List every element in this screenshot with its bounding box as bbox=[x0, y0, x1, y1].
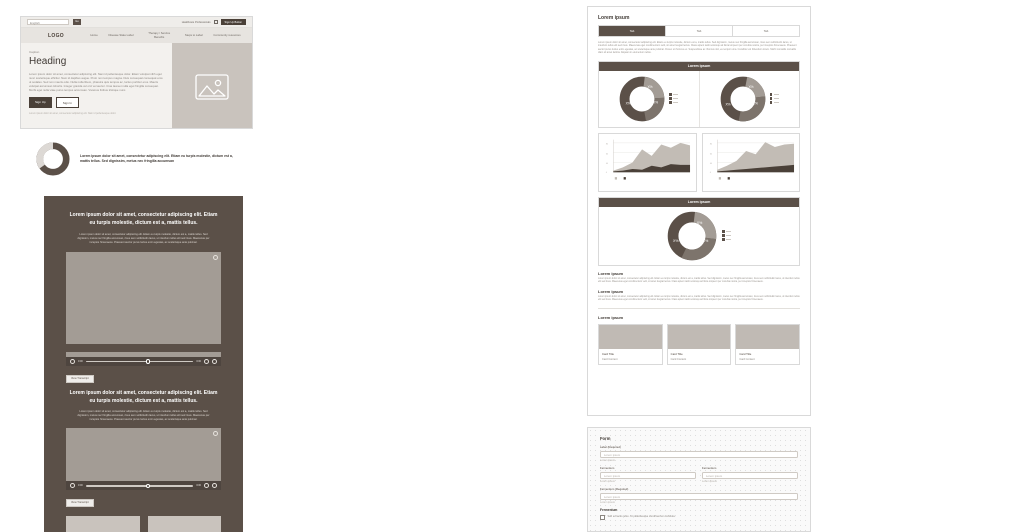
video-player-top[interactable] bbox=[66, 252, 221, 345]
nav-item-home[interactable]: Home bbox=[90, 33, 97, 37]
hcp-link[interactable]: Healthcare Professionals bbox=[182, 21, 211, 24]
nav-item-steps[interactable]: Steps to Label bbox=[185, 33, 203, 37]
column-dashboard: Lorem ipsum Tab Tab Tab Lorem ipsum dolo… bbox=[285, 0, 811, 532]
video-close-icon-lower[interactable] bbox=[213, 431, 218, 437]
bottom-card-1[interactable] bbox=[66, 516, 140, 532]
bottom-card-2[interactable] bbox=[147, 516, 221, 532]
utility-right: Healthcare Professionals Sign Up Button bbox=[182, 19, 246, 25]
desktop-page-mock: English Go Healthcare Professionals Sign… bbox=[20, 16, 253, 129]
stat-highlight-section: Lorem ipsum dolor sit amet, consectetur … bbox=[20, 136, 253, 184]
hero-section: Caption Heading Lorem ipsum dolor sit am… bbox=[21, 43, 252, 128]
dark-promo-body: Lorem ipsum dolor sit amet, consectetur … bbox=[77, 233, 210, 244]
image-placeholder-icon bbox=[195, 73, 229, 100]
language-select[interactable]: English bbox=[27, 18, 69, 26]
video-duration: 0:00 bbox=[196, 360, 201, 363]
logo[interactable]: LOGO bbox=[27, 33, 85, 39]
view-transcript-button-lower[interactable]: View Transcript bbox=[66, 498, 94, 507]
design-board: English Go Healthcare Professionals Sign… bbox=[0, 0, 1024, 532]
external-link-icon bbox=[213, 20, 218, 24]
fullscreen-icon-lower[interactable] bbox=[212, 483, 217, 489]
video-frame-upper[interactable]: 0:00 0:00 bbox=[66, 352, 221, 366]
volume-icon[interactable] bbox=[204, 359, 209, 364]
hero-heading: Heading bbox=[29, 56, 67, 67]
hero-fine-print: Lorem ipsum dolor sit amet, consectetur … bbox=[29, 112, 117, 115]
go-button[interactable]: Go bbox=[73, 18, 81, 26]
video-controls-upper[interactable]: 0:00 0:00 bbox=[66, 357, 221, 366]
column-mobile-long: mauris odio. Nulla nulla libero, pharetr… bbox=[560, 0, 705, 532]
play-button-icon[interactable] bbox=[70, 359, 75, 364]
signup-pill-button[interactable]: Sign Up Button bbox=[220, 19, 246, 25]
utility-bar: English Go Healthcare Professionals Sign… bbox=[21, 17, 252, 28]
video-duration-lower: 0:00 bbox=[196, 484, 201, 488]
nav-item-therapy-benefits[interactable]: Therapy / Service Benefits bbox=[144, 31, 174, 39]
video-close-icon[interactable] bbox=[213, 255, 218, 261]
dark-promo-block: Lorem ipsum dolor sit amet, consectetur … bbox=[44, 196, 243, 352]
volume-icon-lower[interactable] bbox=[204, 483, 209, 489]
column-isi-mobile: Morbi convallis convallis diam sit amet … bbox=[865, 0, 1024, 532]
column-form-card: Form Label (Required) Lorem ipsum Lorem … bbox=[705, 0, 865, 532]
stat-highlight-text: Lorem ipsum dolor sit amet, consectetur … bbox=[80, 154, 233, 163]
hero-signup-button[interactable]: Sign Up bbox=[29, 97, 52, 108]
dark-video-block: 0:00 0:00 View Transcript Lorem ipsum do… bbox=[44, 352, 243, 532]
video-player-lower[interactable]: 0:00 0:00 bbox=[66, 428, 221, 491]
fullscreen-icon[interactable] bbox=[212, 359, 217, 364]
video-current-time: 0:00 bbox=[78, 360, 83, 363]
donut-chart-icon bbox=[36, 142, 70, 176]
nav-items: Home Disease State Label Therapy / Servi… bbox=[85, 31, 246, 39]
dark-promo-heading: Lorem ipsum dolor sit amet, consectetur … bbox=[69, 212, 218, 226]
hero-signin-button[interactable]: Sign In bbox=[55, 97, 80, 108]
hero-buttons: Sign Up Sign In bbox=[29, 97, 164, 108]
hero-body: Lorem ipsum dolor sit amet, consectetur … bbox=[29, 72, 163, 92]
hero-image-placeholder bbox=[172, 43, 252, 128]
column-desktop-mock: English Go Healthcare Professionals Sign… bbox=[0, 0, 285, 532]
video-scrubber-lower[interactable] bbox=[85, 483, 194, 489]
video-scrubber-knob[interactable] bbox=[145, 359, 151, 364]
bottom-card-row bbox=[44, 508, 243, 532]
video-controls-lower[interactable]: 0:00 0:00 bbox=[66, 481, 221, 491]
dark-video-body: Lorem ipsum dolor sit amet, consectetur … bbox=[77, 410, 210, 421]
play-button-icon-lower[interactable] bbox=[70, 483, 75, 489]
video-scrubber-knob-lower[interactable] bbox=[145, 483, 151, 489]
video-current-time-lower: 0:00 bbox=[78, 484, 83, 488]
hero-caption: Caption bbox=[29, 50, 40, 54]
main-nav: LOGO Home Disease State Label Therapy / … bbox=[21, 28, 252, 43]
view-transcript-button-upper[interactable]: View Transcript bbox=[66, 374, 94, 383]
nav-item-community[interactable]: Community resources bbox=[213, 33, 240, 37]
hero-content: Caption Heading Lorem ipsum dolor sit am… bbox=[21, 43, 172, 128]
nav-item-disease-state[interactable]: Disease State Label bbox=[108, 33, 133, 37]
video-scrubber[interactable] bbox=[85, 359, 194, 364]
dark-video-heading: Lorem ipsum dolor sit amet, consectetur … bbox=[69, 390, 218, 404]
